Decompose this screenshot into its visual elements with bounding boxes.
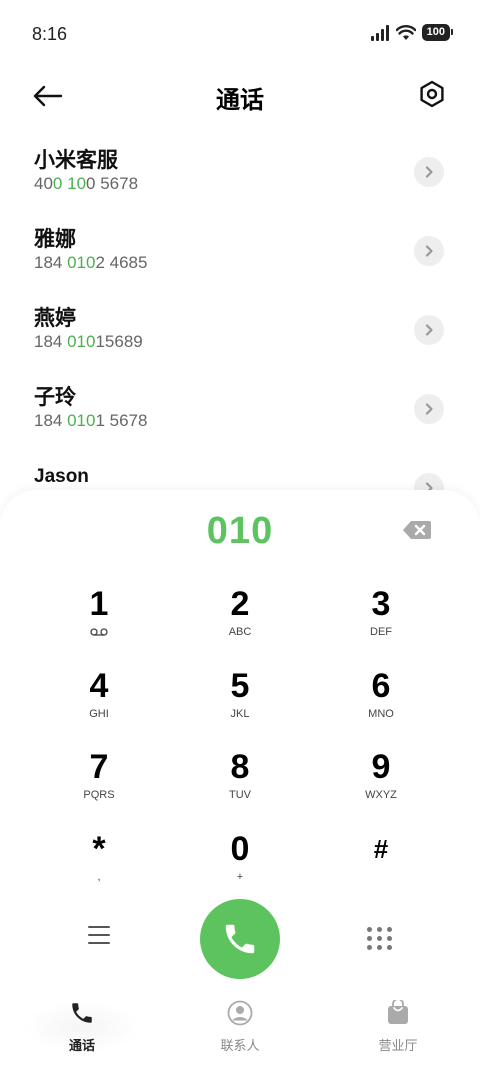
chevron-right-icon	[425, 403, 433, 415]
menu-line	[88, 942, 110, 944]
contact-item[interactable]: 燕婷 184 01015689	[0, 298, 480, 377]
contact-detail-button[interactable]	[414, 157, 444, 187]
battery-icon: 100	[421, 24, 454, 41]
header: 通话	[0, 68, 480, 124]
key-7[interactable]: 7 PQRS	[29, 748, 169, 826]
contact-number: 184 01015689	[34, 332, 143, 351]
contact-list: 小米客服 400 100 5678 雅娜 184 0102 4685 燕婷 18…	[0, 140, 480, 535]
key-1[interactable]: 1	[29, 585, 169, 663]
nav-label: 通话	[68, 1038, 95, 1053]
contact-name: 燕婷	[34, 307, 76, 330]
contact-name: 小米客服	[34, 149, 118, 172]
page-title: 通话	[216, 87, 264, 114]
shopping-bag-icon	[388, 998, 408, 1024]
settings-button[interactable]	[414, 76, 450, 112]
phone-icon	[72, 1003, 92, 1023]
contact-detail-button[interactable]	[414, 315, 444, 345]
wifi-icon	[395, 24, 416, 40]
contact-name: 雅娜	[34, 228, 76, 251]
menu-button[interactable]	[80, 920, 118, 950]
chevron-right-icon	[425, 166, 433, 178]
contact-number: 184 0101 5678	[34, 411, 148, 430]
key-6[interactable]: 6 MNO	[311, 667, 451, 745]
key-0[interactable]: 0 +	[170, 830, 310, 908]
contact-name: 子玲	[34, 386, 76, 409]
contact-detail-button[interactable]	[414, 394, 444, 424]
contact-item[interactable]: 子玲 184 0101 5678	[0, 377, 480, 456]
contact-number: 184 0102 4685	[34, 253, 148, 272]
nav-item-store[interactable]: 营业厅	[338, 998, 458, 1054]
status-bar: 8:16 100	[0, 0, 480, 68]
key-4[interactable]: 4 GHI	[29, 667, 169, 745]
menu-line	[88, 934, 110, 936]
dialpad-sheet: 010 1 2 ABC 3 DEF 4 GHI 5 JKL 6 MNO 7 PQ…	[0, 490, 480, 990]
key-star[interactable]: * ,	[29, 830, 169, 908]
key-9[interactable]: 9 WXYZ	[311, 748, 451, 826]
key-8[interactable]: 8 TUV	[170, 748, 310, 826]
settings-icon	[420, 80, 444, 108]
nav-label: 联系人	[220, 1038, 260, 1053]
call-button[interactable]	[200, 899, 280, 979]
nav-item-contacts[interactable]: 联系人	[180, 1000, 300, 1054]
menu-line	[88, 926, 110, 928]
person-icon	[227, 1000, 253, 1026]
key-hash[interactable]: #	[311, 830, 451, 908]
bottom-nav: 通话 联系人 营业厅	[0, 990, 480, 1067]
backspace-button[interactable]	[402, 520, 432, 540]
key-5[interactable]: 5 JKL	[170, 667, 310, 745]
voicemail-icon	[90, 628, 108, 636]
signal-icon	[370, 24, 389, 41]
nav-label: 营业厅	[378, 1038, 418, 1053]
chevron-right-icon	[425, 245, 433, 257]
contact-detail-button[interactable]	[414, 236, 444, 266]
keypad-toggle-button[interactable]	[362, 920, 398, 956]
backspace-icon	[403, 521, 431, 539]
key-3[interactable]: 3 DEF	[311, 585, 451, 663]
contact-number: 400 100 5678	[34, 174, 139, 193]
nav-item-calls[interactable]: 通话	[22, 1000, 142, 1054]
key-2[interactable]: 2 ABC	[170, 585, 310, 663]
status-icons: 100	[370, 24, 454, 41]
status-time: 8:16	[32, 24, 68, 44]
phone-icon	[225, 924, 255, 954]
chevron-right-icon	[425, 324, 433, 336]
contact-item[interactable]: 小米客服 400 100 5678	[0, 140, 480, 219]
contact-item[interactable]: 雅娜 184 0102 4685	[0, 219, 480, 298]
contact-name: Jason	[34, 466, 89, 487]
